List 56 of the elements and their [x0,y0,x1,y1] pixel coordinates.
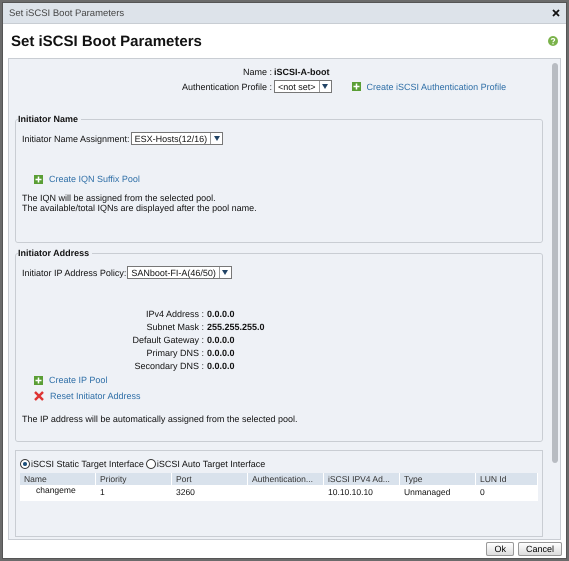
field-label: Initiator Name Assignment: [22,134,130,144]
field-value: 0.0.0.0 [207,361,236,371]
group-title: Initiator Name [18,114,82,124]
column-header[interactable]: iSCSI IPV4 Ad... [324,473,400,485]
name-value: iSCSI-A-boot [274,67,330,77]
field-label: Subnet Mask : [145,322,204,332]
caret-icon [222,270,228,275]
field-value: 0.0.0.0 [207,309,236,319]
table-cell: 10.10.10.10 [324,485,400,501]
plus-icon [352,82,361,91]
scrollbar-thumb[interactable] [552,63,558,463]
field-label: Default Gateway : [131,335,204,345]
info-text: The IP address will be automatically assigned from the selected pool. [22,414,298,424]
table-cell: changeme [20,485,96,501]
caret-icon [322,84,328,89]
create-pool-link[interactable]: Create IP Pool [49,375,108,385]
dialog-heading: Set iSCSI Boot Parameters [11,32,202,50]
policy-dropdown[interactable]: SANboot-FI-A(46/50) [127,266,232,279]
group-title: Initiator Address [18,248,92,258]
field-label: Initiator IP Address Policy: [22,268,126,278]
plus-icon [34,376,43,384]
table-cell: 1 [96,485,172,501]
column-header[interactable]: Priority [96,473,172,485]
pool-dropdown[interactable]: ESX-Hosts(12/16) [130,132,224,145]
reset-address-link[interactable]: Reset Initiator Address [50,391,141,401]
field-label: Primary DNS : [145,348,204,358]
close-icon[interactable] [552,9,560,17]
field-label: Name : [242,67,272,77]
table-cell: Unmanaged [400,485,476,501]
create-pool-link[interactable]: Create IQN Suffix Pool [49,174,140,184]
field-value: 0.0.0.0 [207,348,236,358]
ok-button[interactable]: Ok [486,542,514,556]
table-cell: 0 [476,485,538,501]
column-header[interactable]: LUN Id [476,473,538,485]
caret-icon [214,136,220,141]
column-header[interactable]: Name [20,473,96,485]
target-radio[interactable]: iSCSI Auto Target Interface [146,459,266,469]
target-radio[interactable]: iSCSI Static Target Interface [20,459,144,469]
field-value: 255.255.255.0 [207,322,266,332]
plus-icon [34,174,43,184]
info-text: The available/total IQNs are displayed after the pool name. [22,203,258,213]
field-value: 0.0.0.0 [207,335,236,345]
field-label: Authentication Profile : [180,82,272,92]
column-header[interactable]: Authentication... [248,473,324,485]
info-text: The IQN will be assigned from the selected pool. [22,193,217,203]
cross-icon [34,391,44,401]
create-profile-link[interactable]: Create iSCSI Authentication Profile [366,82,506,92]
table-cell: 3260 [172,485,248,501]
help-icon[interactable] [548,36,558,46]
column-header[interactable]: Type [400,473,476,485]
column-header[interactable]: Port [172,473,248,485]
field-label: IPv4 Address : [144,309,204,319]
window-title: Set iSCSI Boot Parameters [9,8,124,18]
cancel-button[interactable]: Cancel [518,542,562,556]
field-label: Secondary DNS : [133,361,204,371]
profile-dropdown[interactable]: <not set> [274,80,332,93]
